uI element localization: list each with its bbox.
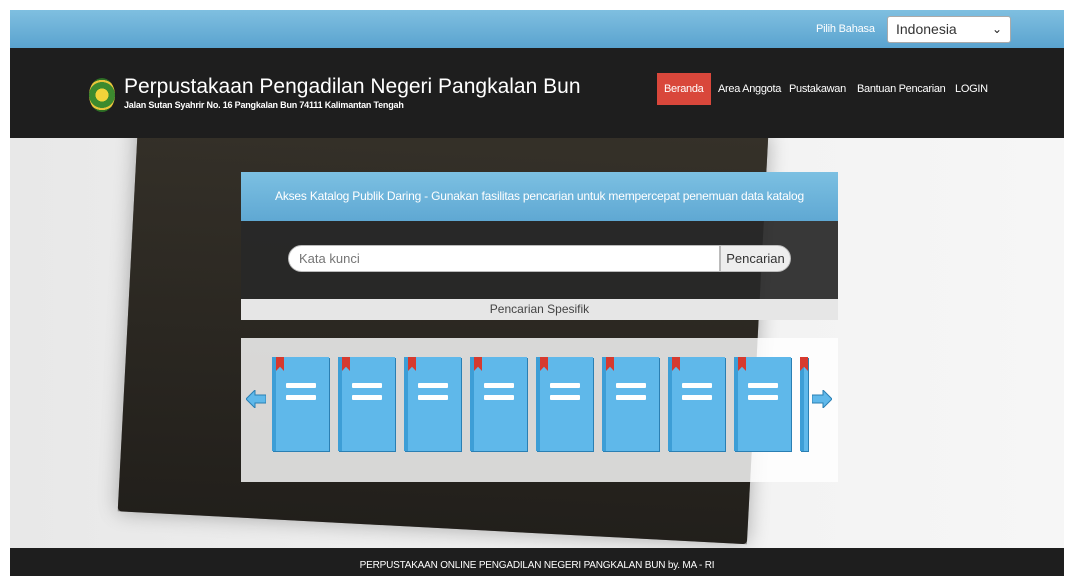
language-select-value: Indonesia bbox=[896, 21, 957, 37]
book-ribbon bbox=[474, 357, 482, 371]
catalog-search-panel: Akses Katalog Publik Daring - Gunakan fa… bbox=[241, 172, 838, 320]
book-ribbon bbox=[606, 357, 614, 371]
book-label-bar bbox=[286, 395, 316, 400]
book-label-bar bbox=[616, 395, 646, 400]
book-item[interactable] bbox=[668, 357, 725, 451]
book-ribbon bbox=[800, 357, 808, 371]
book-item[interactable] bbox=[536, 357, 593, 451]
site-footer: PERPUSTAKAAN ONLINE PENGADILAN NEGERI PA… bbox=[10, 548, 1064, 576]
book-label-bar bbox=[682, 383, 712, 388]
language-select[interactable]: Indonesia ⌄ bbox=[887, 16, 1011, 43]
book-label-bar bbox=[286, 383, 316, 388]
nav-bantuan-pencarian[interactable]: Bantuan Pencarian bbox=[857, 73, 946, 105]
book-item[interactable] bbox=[272, 357, 329, 451]
book-ribbon bbox=[738, 357, 746, 371]
book-item[interactable] bbox=[734, 357, 791, 451]
book-ribbon bbox=[540, 357, 548, 371]
book-item[interactable] bbox=[404, 357, 461, 451]
arrow-right-icon[interactable] bbox=[812, 390, 832, 408]
book-ribbon bbox=[408, 357, 416, 371]
book-carousel bbox=[241, 338, 838, 482]
book-label-bar bbox=[418, 383, 448, 388]
nav-login[interactable]: LOGIN bbox=[955, 73, 988, 105]
book-ribbon bbox=[672, 357, 680, 371]
book-item[interactable] bbox=[800, 357, 808, 451]
nav-beranda[interactable]: Beranda bbox=[657, 73, 711, 105]
book-item[interactable] bbox=[602, 357, 659, 451]
book-ribbon bbox=[276, 357, 284, 371]
catalog-search-area: Pencarian bbox=[241, 221, 838, 299]
book-label-bar bbox=[352, 395, 382, 400]
language-bar: Pilih Bahasa Indonesia ⌄ bbox=[10, 10, 1064, 48]
nav-area-anggota[interactable]: Area Anggota bbox=[718, 73, 781, 105]
site-header: Perpustakaan Pengadilan Negeri Pangkalan… bbox=[10, 48, 1064, 138]
catalog-heading: Akses Katalog Publik Daring - Gunakan fa… bbox=[241, 172, 838, 221]
nav-pustakawan[interactable]: Pustakawan bbox=[789, 73, 846, 105]
book-label-bar bbox=[352, 383, 382, 388]
search-input[interactable] bbox=[288, 245, 720, 272]
page: Pilih Bahasa Indonesia ⌄ Perpustakaan Pe… bbox=[0, 0, 1073, 576]
book-label-bar bbox=[484, 395, 514, 400]
chevron-down-icon: ⌄ bbox=[991, 22, 1002, 36]
language-label: Pilih Bahasa bbox=[816, 23, 875, 35]
site-address: Jalan Sutan Syahrir No. 16 Pangkalan Bun… bbox=[124, 100, 404, 110]
book-item[interactable] bbox=[470, 357, 527, 451]
book-label-bar bbox=[748, 383, 778, 388]
book-label-bar bbox=[616, 383, 646, 388]
book-label-bar bbox=[682, 395, 712, 400]
search-button[interactable]: Pencarian bbox=[720, 245, 791, 272]
specific-search-link[interactable]: Pencarian Spesifik bbox=[241, 299, 838, 320]
court-emblem-icon bbox=[89, 78, 115, 112]
book-label-bar bbox=[748, 395, 778, 400]
book-label-bar bbox=[550, 383, 580, 388]
book-label-bar bbox=[418, 395, 448, 400]
book-label-bar bbox=[550, 395, 580, 400]
book-item[interactable] bbox=[338, 357, 395, 451]
arrow-left-icon[interactable] bbox=[246, 390, 266, 408]
book-label-bar bbox=[484, 383, 514, 388]
book-ribbon bbox=[342, 357, 350, 371]
site-title[interactable]: Perpustakaan Pengadilan Negeri Pangkalan… bbox=[124, 75, 581, 99]
